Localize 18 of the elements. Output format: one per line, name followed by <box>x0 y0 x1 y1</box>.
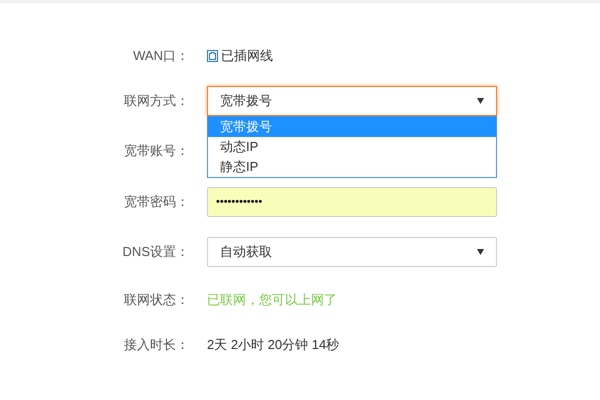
field-label: WAN口： <box>133 47 189 66</box>
field-label: 联网方式： <box>124 92 189 110</box>
field-label: 宽带密码： <box>124 193 189 212</box>
dropdown-select[interactable]: 宽带拨号 <box>207 86 497 116</box>
dropdown-option[interactable]: 动态IP <box>208 137 496 157</box>
connection-status-text: 已联网，您可以上网了 <box>207 291 337 310</box>
password-field[interactable]: •••••••••••• <box>207 187 497 217</box>
dropdown-option[interactable]: 静态IP <box>208 157 496 177</box>
ethernet-port-icon <box>207 50 218 62</box>
caret-icon <box>477 98 484 104</box>
field-label: 宽带账号： <box>124 142 189 160</box>
dropdown-select[interactable]: 自动获取 <box>207 237 497 267</box>
field-label: 联网状态： <box>124 291 189 310</box>
field-label: DNS设置： <box>122 243 189 262</box>
status-text: 已插网线 <box>221 47 273 66</box>
caret-icon <box>477 249 484 255</box>
field-label: 接入时长： <box>124 336 189 354</box>
duration-text: 2天 2小时 20分钟 14秒 <box>207 336 340 354</box>
